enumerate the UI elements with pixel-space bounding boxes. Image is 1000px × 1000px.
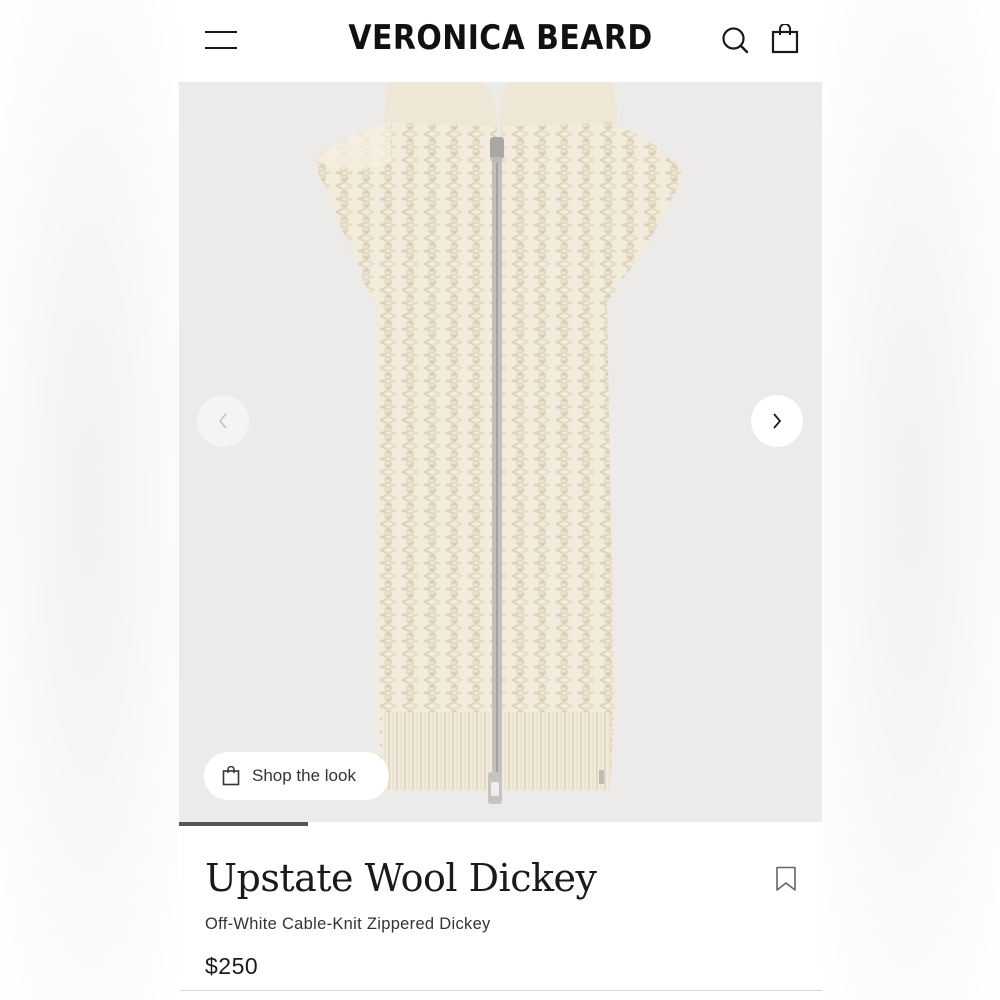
- product-price: $250: [205, 953, 259, 979]
- backdrop-left: [0, 0, 179, 1000]
- chevron-right-icon: [773, 413, 782, 429]
- backdrop-right: [822, 0, 1000, 1000]
- chevron-left-icon: [218, 413, 227, 429]
- product-image: [313, 82, 683, 804]
- site-header: VERONICA BEARD: [179, 0, 822, 82]
- next-image-button[interactable]: [751, 395, 803, 447]
- shopping-bag-icon: [222, 766, 240, 786]
- shopping-bag-icon[interactable]: [771, 24, 799, 54]
- search-icon[interactable]: [721, 26, 749, 54]
- shop-the-look-label: Shop the look: [252, 766, 356, 785]
- shop-the-look-button[interactable]: Shop the look: [204, 752, 389, 800]
- divider: [179, 990, 822, 991]
- previous-image-button[interactable]: [197, 395, 249, 447]
- bookmark-icon[interactable]: [775, 866, 797, 892]
- product-subtitle: Off-White Cable-Knit Zippered Dickey: [205, 915, 491, 933]
- gallery-progress-fill: [179, 822, 308, 826]
- product-title: Upstate Wool Dickey: [205, 856, 597, 900]
- brand-logo[interactable]: VERONICA BEARD: [323, 18, 678, 58]
- product-page: VERONICA BEARD Shop the look Upstate Woo…: [179, 0, 822, 1000]
- product-gallery[interactable]: Shop the look: [179, 82, 822, 822]
- gallery-progress-bar: [179, 822, 822, 826]
- hamburger-menu-icon[interactable]: [205, 28, 237, 52]
